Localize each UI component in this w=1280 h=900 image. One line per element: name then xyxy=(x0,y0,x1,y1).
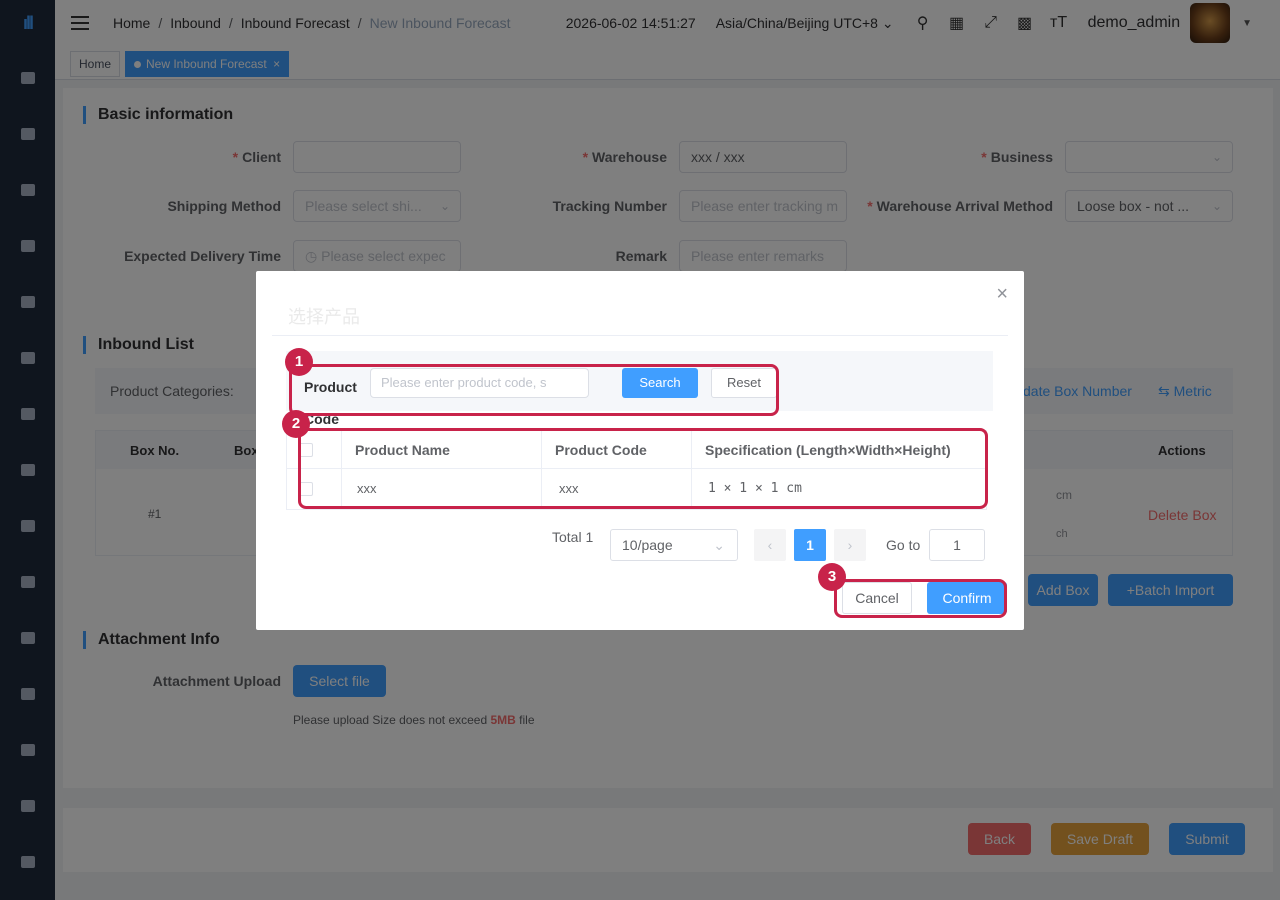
annotation-box-1 xyxy=(289,364,779,416)
pagination-total: Total 1 xyxy=(552,529,594,545)
prev-page-button[interactable]: ‹ xyxy=(754,529,786,561)
close-icon[interactable]: × xyxy=(996,283,1008,306)
annotation-box-3 xyxy=(834,579,1007,618)
annotation-badge-2: 2 xyxy=(282,410,310,438)
next-page-button[interactable]: › xyxy=(834,529,866,561)
annotation-box-2 xyxy=(298,428,988,509)
page-1-button[interactable]: 1 xyxy=(794,529,826,561)
dialog-title: 选择产品 xyxy=(288,307,360,327)
page-size-select[interactable]: 10/page ⌄ xyxy=(610,529,738,561)
annotation-badge-3: 3 xyxy=(818,563,846,591)
dialog-divider xyxy=(272,335,1008,336)
annotation-badge-1: 1 xyxy=(285,348,313,376)
goto-page-input[interactable]: 1 xyxy=(929,529,985,561)
goto-label: Go to xyxy=(886,537,921,553)
